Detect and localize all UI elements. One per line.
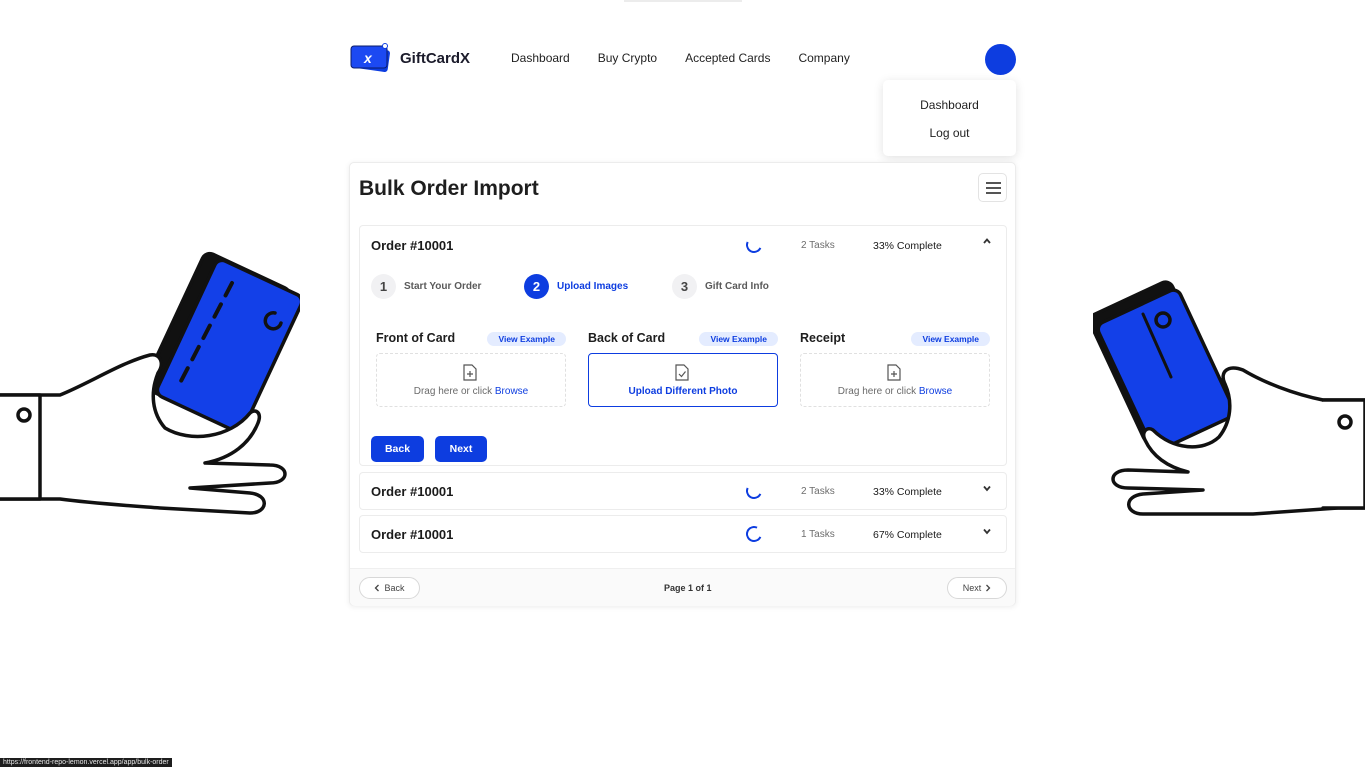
pagination-back-button[interactable]: Back bbox=[359, 577, 420, 599]
spinner-icon bbox=[743, 234, 765, 256]
browse-link[interactable]: Browse bbox=[495, 386, 528, 397]
file-plus-icon bbox=[887, 364, 901, 381]
user-avatar[interactable] bbox=[985, 44, 1016, 75]
step-number: 2 bbox=[524, 274, 549, 299]
step-number: 1 bbox=[371, 274, 396, 299]
order-panel-expanded: Order #10001 2 Tasks 33% Complete 1 Star… bbox=[359, 225, 1007, 466]
main-nav: Dashboard Buy Crypto Accepted Cards Comp… bbox=[511, 51, 850, 65]
hand-holding-card-illustration-left bbox=[0, 251, 300, 515]
pagination-next-button[interactable]: Next bbox=[947, 577, 1007, 599]
chevron-up-icon[interactable] bbox=[982, 236, 992, 249]
order-tasks: 2 Tasks bbox=[801, 486, 835, 497]
bulk-order-card: Bulk Order Import Order #10001 2 Tasks 3… bbox=[349, 162, 1016, 606]
step-label: Upload Images bbox=[557, 281, 629, 292]
order-progress: 33% Complete bbox=[873, 486, 942, 498]
upload-title: Front of Card bbox=[376, 331, 456, 345]
order-tasks: 1 Tasks bbox=[801, 529, 835, 540]
page-title: Bulk Order Import bbox=[359, 177, 539, 200]
chevron-left-icon bbox=[375, 584, 380, 592]
upload-front-of-card: Front of Card View Example Drag here or … bbox=[376, 331, 566, 407]
chevron-down-icon[interactable] bbox=[982, 483, 992, 496]
step-upload-images[interactable]: 2 Upload Images bbox=[524, 274, 628, 299]
logo-icon: x bbox=[350, 42, 392, 74]
order-panel[interactable]: Order #10001 1 Tasks 67% Complete bbox=[359, 515, 1007, 553]
menu-item-logout[interactable]: Log out bbox=[883, 126, 1016, 140]
spinner-icon bbox=[743, 523, 765, 545]
chevron-down-icon[interactable] bbox=[982, 526, 992, 539]
browse-link[interactable]: Browse bbox=[919, 386, 952, 397]
chevron-right-icon bbox=[986, 584, 991, 592]
file-plus-icon bbox=[463, 364, 477, 381]
menu-item-dashboard[interactable]: Dashboard bbox=[883, 98, 1016, 112]
step-label: Gift Card Info bbox=[705, 281, 769, 292]
upload-title: Receipt bbox=[800, 331, 846, 345]
brand-logo[interactable]: x GiftCardX bbox=[350, 42, 470, 74]
brand-name: GiftCardX bbox=[400, 49, 471, 67]
file-check-icon bbox=[675, 364, 689, 381]
menu-icon[interactable] bbox=[978, 173, 1007, 202]
logo-letter: x bbox=[364, 50, 372, 66]
order-title[interactable]: Order #10001 bbox=[371, 238, 453, 253]
view-example-link[interactable]: View Example bbox=[699, 332, 778, 346]
spinner-icon bbox=[743, 480, 765, 502]
order-progress: 67% Complete bbox=[873, 529, 942, 541]
dropzone-text: Drag here or click bbox=[837, 386, 917, 397]
upload-receipt: Receipt View Example Drag here or click … bbox=[800, 331, 990, 407]
back-button[interactable]: Back bbox=[371, 436, 424, 462]
order-progress: 33% Complete bbox=[873, 240, 942, 252]
upload-title: Back of Card bbox=[588, 331, 666, 345]
page-info: Page 1 of 1 bbox=[664, 583, 712, 593]
view-example-link[interactable]: View Example bbox=[487, 332, 566, 346]
order-title: Order #10001 bbox=[371, 527, 454, 542]
nav-buy-crypto[interactable]: Buy Crypto bbox=[598, 51, 657, 65]
nav-company[interactable]: Company bbox=[798, 51, 849, 65]
step-start-your-order[interactable]: 1 Start Your Order bbox=[371, 274, 481, 299]
upload-different-photo[interactable]: Upload Different Photo bbox=[589, 386, 777, 397]
dropzone-receipt[interactable]: Drag here or click Browse bbox=[800, 353, 990, 407]
dropzone-back-uploaded[interactable]: Upload Different Photo bbox=[588, 353, 778, 407]
dropzone-front[interactable]: Drag here or click Browse bbox=[376, 353, 566, 407]
next-button[interactable]: Next bbox=[435, 436, 487, 462]
view-example-link[interactable]: View Example bbox=[911, 332, 990, 346]
pagination-next-label: Next bbox=[962, 583, 982, 593]
pagination-back-label: Back bbox=[384, 583, 405, 593]
user-dropdown-menu: Dashboard Log out bbox=[883, 80, 1016, 156]
order-title: Order #10001 bbox=[371, 484, 454, 499]
nav-dashboard[interactable]: Dashboard bbox=[511, 51, 570, 65]
step-gift-card-info[interactable]: 3 Gift Card Info bbox=[672, 274, 769, 299]
order-tasks: 2 Tasks bbox=[801, 240, 835, 251]
order-panel[interactable]: Order #10001 2 Tasks 33% Complete bbox=[359, 472, 1007, 510]
upload-back-of-card: Back of Card View Example Upload Differe… bbox=[588, 331, 778, 407]
pagination-bar: Back Page 1 of 1 Next bbox=[350, 568, 1015, 606]
nav-accepted-cards[interactable]: Accepted Cards bbox=[685, 51, 770, 65]
step-label: Start Your Order bbox=[404, 281, 482, 292]
hand-holding-card-illustration-right bbox=[1093, 280, 1365, 516]
dropzone-text: Drag here or click bbox=[413, 386, 493, 397]
top-divider bbox=[624, 0, 742, 2]
status-bar-url: https://frontend-repo-lemon.vercel.app/a… bbox=[0, 758, 172, 767]
step-number: 3 bbox=[672, 274, 697, 299]
